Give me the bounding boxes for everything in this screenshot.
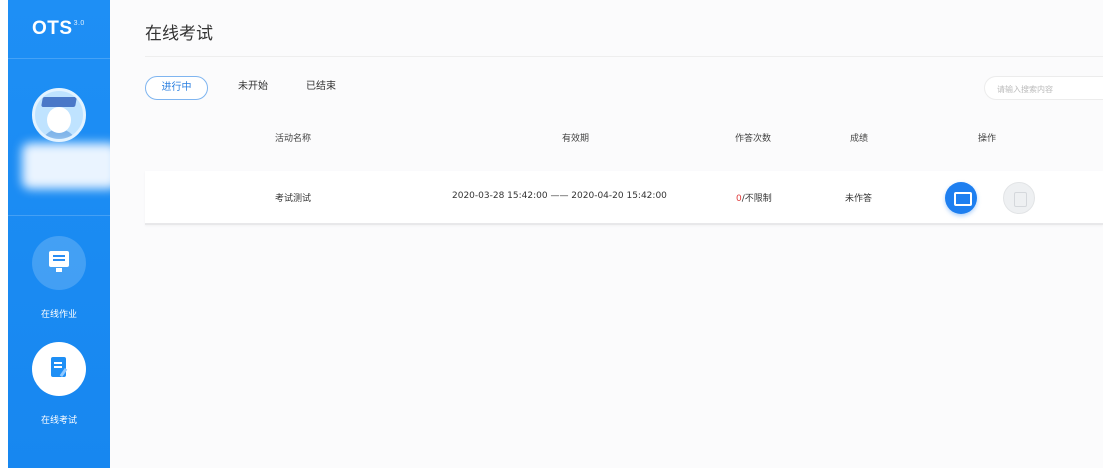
- main-content: 在线考试 进行中 未开始 已结束 活动名称 有效期 作答次数 成绩 操作 考试测…: [110, 0, 1103, 468]
- sidebar: OTS3.0 在线作业 在线考试: [8, 0, 118, 468]
- logo-text: OTS: [32, 18, 73, 39]
- column-header-actions: 操作: [978, 134, 997, 144]
- app-logo: OTS3.0: [32, 18, 85, 40]
- validity-period: 2020-03-28 15:42:00 —— 2020-04-20 15:42:…: [452, 191, 667, 201]
- column-header-name: 活动名称: [275, 134, 312, 144]
- disabled-action-button: [1003, 182, 1035, 214]
- search-input[interactable]: [985, 78, 1103, 101]
- page-title: 在线考试: [145, 24, 213, 44]
- column-header-validity: 有效期: [562, 134, 590, 144]
- graduation-cap-icon: [41, 97, 77, 107]
- activity-name: 考试测试: [275, 194, 312, 204]
- sidebar-divider: [8, 215, 110, 216]
- tab-not-started[interactable]: 未开始: [238, 76, 268, 100]
- column-header-attempts: 作答次数: [735, 134, 772, 144]
- sidebar-item-exam[interactable]: 在线考试: [8, 342, 110, 426]
- sidebar-item-label: 在线作业: [40, 310, 77, 320]
- column-header-score: 成绩: [850, 134, 869, 144]
- score: 未作答: [845, 194, 873, 204]
- tab-ended[interactable]: 已结束: [306, 76, 336, 100]
- sidebar-divider: [8, 58, 110, 59]
- avatar[interactable]: [32, 88, 86, 142]
- table-row: 考试测试 2020-03-28 15:42:00 —— 2020-04-20 1…: [145, 171, 1103, 225]
- sidebar-item-homework[interactable]: 在线作业: [8, 236, 110, 320]
- attempts-count: 0/不限制: [736, 191, 772, 204]
- attempts-limit: /不限制: [741, 194, 772, 204]
- sidebar-item-label: 在线考试: [40, 416, 77, 426]
- view-exam-button[interactable]: [945, 182, 977, 214]
- logo-version: 3.0: [73, 20, 85, 27]
- title-divider: [145, 56, 1103, 57]
- homework-icon: [32, 236, 86, 290]
- blurred-user-name: [22, 143, 118, 189]
- tab-in-progress[interactable]: 进行中: [145, 76, 208, 100]
- search-box: [984, 76, 1103, 101]
- exam-icon: [32, 342, 86, 396]
